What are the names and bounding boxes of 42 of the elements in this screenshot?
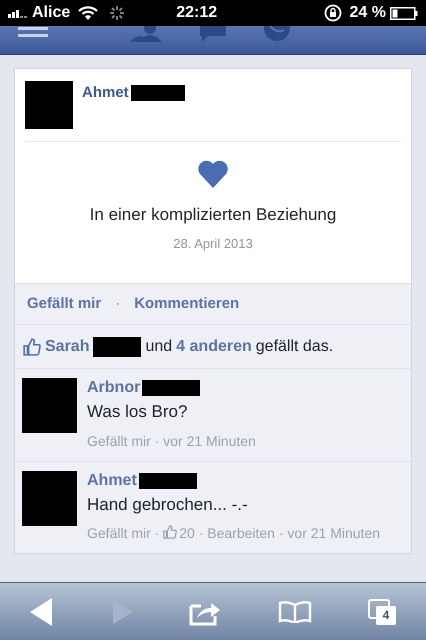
wifi-icon xyxy=(78,6,98,20)
comment-meta: Gefällt mir · vor 21 Minuten xyxy=(87,432,256,448)
redacted-avatar xyxy=(25,81,73,129)
redaction-bar xyxy=(138,472,197,488)
commenter-name[interactable]: Ahmet xyxy=(87,468,137,492)
forward-icon[interactable] xyxy=(110,600,132,624)
signal-icon xyxy=(8,8,28,18)
likes-text: gefällt das. xyxy=(256,336,334,356)
bookmarks-icon[interactable] xyxy=(278,600,312,622)
redaction-bar xyxy=(142,380,200,396)
battery-percentage: 24 % xyxy=(350,3,386,23)
like-icon xyxy=(23,338,41,356)
clock-time: 22:12 xyxy=(176,3,218,23)
redaction-bar xyxy=(130,85,185,101)
action-link[interactable]: Gefällt mir xyxy=(27,292,102,316)
friends-icon[interactable] xyxy=(128,26,164,42)
menu-icon[interactable] xyxy=(18,26,48,38)
redacted-avatar xyxy=(22,470,77,526)
comment-meta: · Bearbeiten · vor 21 Minuten xyxy=(198,525,380,541)
author-name[interactable]: Ahmet xyxy=(82,82,129,104)
likes-text: und xyxy=(145,336,172,356)
commenter-name[interactable]: Arbnor xyxy=(87,376,140,400)
action-link[interactable]: Kommentieren xyxy=(134,292,240,316)
heart-icon xyxy=(197,160,229,188)
relationship-status: In einer komplizierten Beziehung xyxy=(90,204,336,226)
event-date: 28. April 2013 xyxy=(173,234,253,253)
back-icon[interactable] xyxy=(30,598,54,626)
name-link[interactable]: 4 anderen xyxy=(176,334,252,358)
like-count: 20 xyxy=(179,525,195,541)
comment-text: Was los Bro? xyxy=(87,401,188,423)
loading-spinner-icon xyxy=(110,6,124,20)
battery-icon xyxy=(390,6,418,20)
carrier-name: Alice xyxy=(32,3,70,23)
separator-dot: · xyxy=(115,294,120,314)
name-link[interactable]: Sarah xyxy=(45,334,90,358)
comment-text: Hand gebrochen... -.- xyxy=(87,494,249,516)
redacted-avatar xyxy=(22,378,77,433)
comment-meta: Gefällt mir · xyxy=(87,525,160,541)
redaction-bar xyxy=(93,336,142,356)
rotation-lock-icon xyxy=(324,4,342,22)
globe-icon[interactable] xyxy=(262,26,292,42)
like-icon xyxy=(163,525,178,539)
